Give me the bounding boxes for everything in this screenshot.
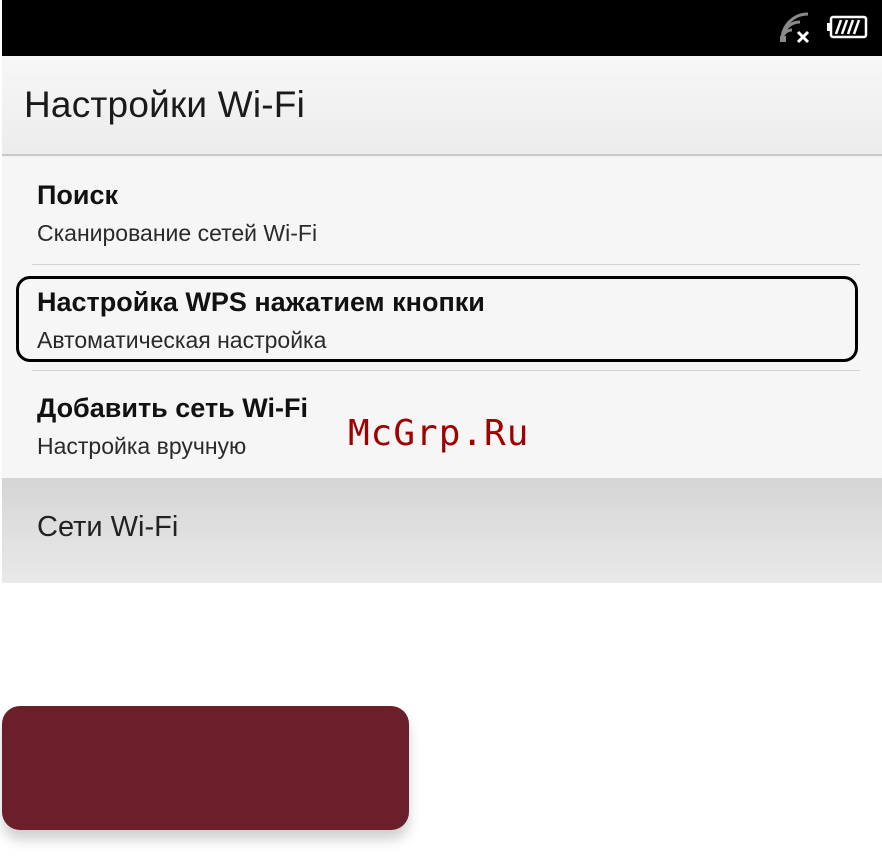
list-item-search[interactable]: Поиск Сканирование сетей Wi-Fi: [2, 158, 882, 264]
list-item-subtitle: Настройка вручную: [37, 433, 247, 459]
title-bar: Настройки Wi-Fi: [2, 56, 882, 156]
list-item-title: Поиск: [37, 180, 119, 210]
list-item-title: Настройка WPS нажатием кнопки: [37, 287, 485, 317]
list-item-title: Добавить сеть Wi-Fi: [37, 393, 309, 423]
list-item-subtitle: Автоматическая настройка: [37, 327, 327, 353]
device-screen: Настройки Wi-Fi Поиск Сканирование сетей…: [2, 0, 882, 583]
decorative-panel: [2, 706, 409, 830]
page-title: Настройки Wi-Fi: [24, 84, 305, 125]
list-item-subtitle: Сканирование сетей Wi-Fi: [37, 220, 318, 246]
section-header-networks: Сети Wi-Fi: [2, 478, 882, 583]
status-icons: [778, 10, 868, 44]
section-label: Сети Wi-Fi: [37, 511, 179, 543]
battery-icon: [826, 14, 868, 40]
wifi-off-icon: [778, 10, 814, 44]
watermark: McGrp.Ru: [348, 413, 530, 454]
list-item-wps-button[interactable]: Настройка WPS нажатием кнопки Автоматиче…: [2, 265, 882, 371]
status-bar: [2, 0, 882, 56]
